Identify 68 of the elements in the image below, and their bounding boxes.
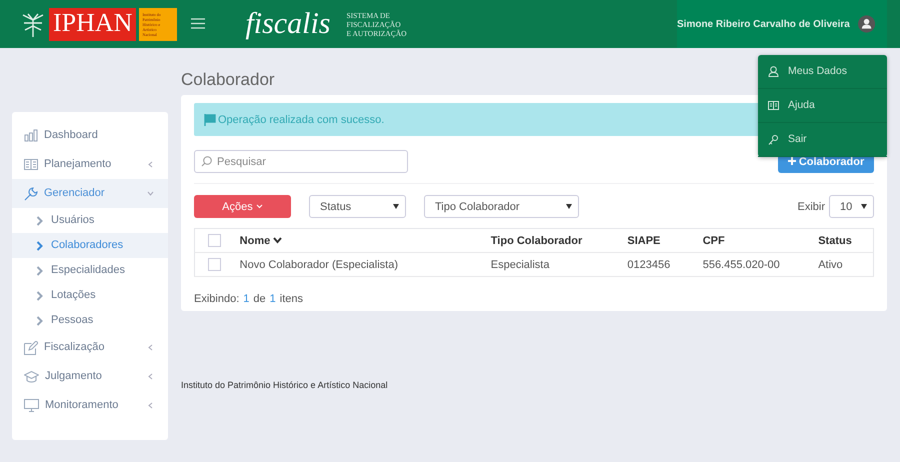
chevron-left-icon (147, 344, 154, 351)
chevron-left-icon (147, 161, 154, 168)
column-header[interactable]: SIAPE (622, 228, 698, 253)
page-size-label: Exibir (797, 200, 825, 215)
search-field[interactable]: Pesquisar (194, 150, 408, 174)
caret-down-icon (566, 204, 572, 210)
submenu-item[interactable]: Usuários (12, 208, 168, 233)
table-cell: 0123456 (622, 252, 698, 277)
chevron-right-icon (36, 216, 43, 226)
book-icon (768, 100, 779, 111)
edit-icon (24, 340, 38, 354)
table-cell: Novo Colaborador (Especialista) (234, 252, 486, 277)
wrench-icon (24, 186, 38, 200)
page-count-link[interactable]: 1 (270, 291, 276, 308)
pagination-text: de (253, 292, 266, 308)
submenu-item[interactable]: Colaboradores (12, 233, 168, 258)
chevron-left-icon (147, 402, 154, 409)
pagination-text: Exibindo: (194, 292, 240, 308)
alert-message: Operação realizada com sucesso. (218, 112, 384, 128)
sidebar-item[interactable]: Planejamento (12, 150, 168, 179)
avatar-icon[interactable] (858, 13, 875, 35)
sidebar-item[interactable]: Gerenciador (12, 179, 168, 208)
chevron-right-icon (36, 290, 43, 300)
table-cell: Especialista (486, 252, 622, 277)
submenu-item[interactable]: Especialidades (12, 258, 168, 283)
app-name: fiscalis (245, 9, 330, 39)
flag-icon (204, 114, 216, 126)
chevron-right-icon (36, 316, 43, 326)
chevron-down-icon (147, 190, 154, 197)
page-size-select[interactable]: 10 (829, 195, 874, 218)
chevron-right-icon (36, 266, 43, 276)
column-header[interactable]: Status (813, 228, 874, 253)
caret-down-icon (393, 204, 399, 210)
column-header[interactable]: Tipo Colaborador (486, 228, 622, 253)
column-header[interactable]: Nome (234, 228, 486, 253)
filter-select[interactable]: Tipo Colaborador (424, 195, 579, 218)
search-icon (201, 156, 212, 168)
book-icon (24, 158, 38, 171)
graduation-cap-icon (24, 370, 39, 383)
sort-down-icon (273, 237, 282, 244)
pagination-text: itens (280, 292, 304, 308)
submenu-item[interactable]: Pessoas (12, 308, 168, 333)
sidebar-item[interactable]: Fiscalização (12, 333, 168, 362)
table-cell: Ativo (813, 252, 874, 277)
plus-icon (788, 156, 796, 165)
logo-text: IPHAN (49, 8, 136, 40)
submenu-item[interactable]: Lotações (12, 283, 168, 308)
chevron-down-icon (256, 204, 263, 210)
chevron-left-icon (147, 373, 154, 380)
sidebar-item[interactable]: Dashboard (12, 121, 168, 150)
monitor-icon (24, 399, 39, 412)
filter-select[interactable]: Status (309, 195, 406, 218)
caret-down-icon (861, 204, 867, 210)
menu-item[interactable]: Meus Dados (758, 55, 887, 89)
bar-chart-icon (24, 129, 38, 142)
table-cell: 556.455.020-00 (698, 252, 814, 277)
page-title: Colaborador (181, 70, 275, 90)
footer-text: Instituto do Patrimônio Histórico e Artístico Nacional (181, 379, 388, 392)
actions-button[interactable]: Ações (194, 195, 291, 218)
select-all-checkbox[interactable] (208, 234, 222, 248)
chevron-right-icon (36, 240, 43, 250)
key-icon (768, 134, 779, 145)
column-header[interactable]: CPF (698, 228, 814, 253)
sidebar-item[interactable]: Julgamento (12, 362, 168, 391)
page-count-link[interactable]: 1 (243, 291, 250, 308)
user-icon (768, 66, 779, 77)
row-checkbox[interactable] (208, 258, 222, 272)
sidebar-item[interactable]: Monitoramento (12, 391, 168, 420)
